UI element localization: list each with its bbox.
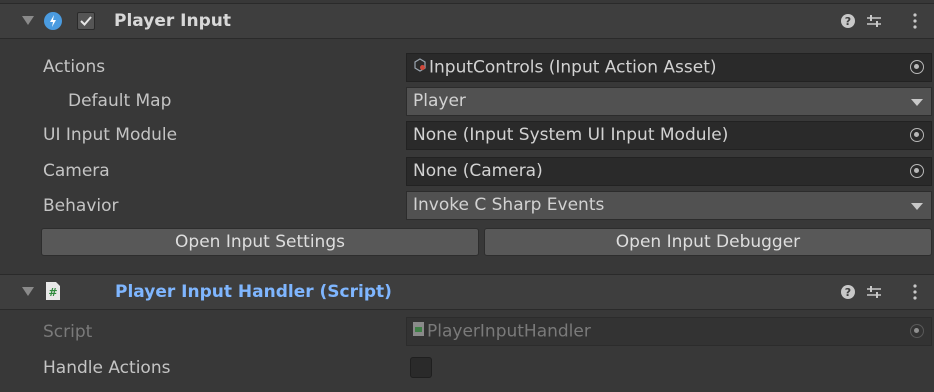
- actions-label: Actions: [43, 57, 106, 77]
- camera-field[interactable]: None (Camera): [406, 157, 932, 186]
- behavior-dropdown[interactable]: Invoke C Sharp Events: [406, 191, 932, 220]
- player-input-header[interactable]: Player Input ?: [0, 3, 934, 39]
- behavior-value: Invoke C Sharp Events: [413, 195, 605, 215]
- default-map-label: Default Map: [68, 91, 172, 111]
- component-enabled-checkbox[interactable]: [77, 12, 95, 30]
- kebab-menu-icon[interactable]: [906, 282, 924, 302]
- object-picker-icon[interactable]: [910, 128, 924, 142]
- player-input-handler-header[interactable]: # Player Input Handler (Script) ?: [0, 274, 934, 310]
- script-value: PlayerInputHandler: [427, 321, 591, 342]
- dropdown-arrow-icon: [911, 99, 923, 106]
- default-map-dropdown[interactable]: Player: [406, 87, 932, 116]
- fold-arrow-icon[interactable]: [22, 16, 34, 25]
- ui-input-module-value: None (Input System UI Input Module): [413, 125, 729, 145]
- component-title: Player Input: [114, 11, 231, 31]
- camera-value: None (Camera): [413, 161, 543, 181]
- checkbox-icon: [80, 16, 92, 26]
- help-icon[interactable]: ?: [839, 282, 857, 302]
- input-action-asset-icon: [413, 54, 427, 81]
- open-input-settings-button[interactable]: Open Input Settings: [41, 228, 479, 256]
- script-field: PlayerInputHandler: [406, 317, 932, 346]
- behavior-label: Behavior: [43, 196, 119, 216]
- camera-label: Camera: [43, 161, 110, 181]
- object-picker-icon: [910, 324, 924, 338]
- script-label: Script: [43, 322, 93, 342]
- object-picker-icon[interactable]: [910, 60, 924, 74]
- object-picker-icon[interactable]: [910, 164, 924, 178]
- script-file-icon: [413, 318, 424, 345]
- kebab-menu-icon[interactable]: [906, 11, 924, 31]
- fold-arrow-icon[interactable]: [22, 287, 34, 296]
- component-title[interactable]: Player Input Handler (Script): [115, 282, 392, 302]
- ui-input-module-field[interactable]: None (Input System UI Input Module): [406, 121, 932, 150]
- default-map-value: Player: [413, 91, 466, 111]
- actions-field[interactable]: InputControls (Input Action Asset): [406, 53, 932, 82]
- svg-text:?: ?: [845, 286, 851, 299]
- help-icon[interactable]: ?: [839, 11, 857, 31]
- input-system-icon: [44, 12, 62, 30]
- svg-text:?: ?: [845, 15, 851, 28]
- presets-icon[interactable]: [865, 282, 883, 302]
- presets-icon[interactable]: [865, 11, 883, 31]
- script-file-icon: #: [45, 281, 61, 306]
- handle-actions-checkbox[interactable]: [410, 357, 432, 378]
- dropdown-arrow-icon: [911, 203, 923, 210]
- handle-actions-label: Handle Actions: [43, 358, 171, 378]
- actions-value: InputControls (Input Action Asset): [429, 57, 717, 78]
- open-input-debugger-button[interactable]: Open Input Debugger: [484, 228, 932, 256]
- ui-input-module-label: UI Input Module: [43, 125, 178, 145]
- svg-text:#: #: [48, 286, 57, 299]
